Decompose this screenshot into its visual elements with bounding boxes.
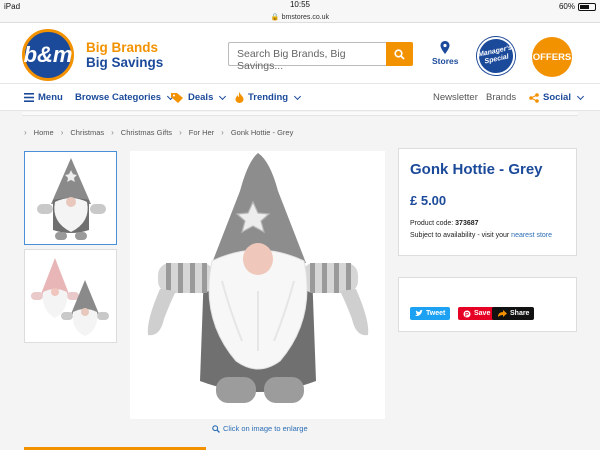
address-bar[interactable]: 🔒 bmstores.co.uk [0,13,600,23]
product-code-value: 373687 [455,220,479,227]
breadcrumb-separator: › [60,128,64,137]
breadcrumb: › Home › Christmas › Christmas Gifts › F… [24,128,293,137]
chevron-down-icon [219,92,227,100]
battery-percent: 60% [558,2,575,11]
search-input[interactable]: Search Big Brands, Big Savings... [228,42,386,72]
newsletter-link[interactable]: Newsletter [433,92,478,103]
save-label: Save [474,310,491,317]
product-thumbnail-pair[interactable] [24,249,117,343]
stores-label: Stores [432,56,459,66]
pinterest-save-button[interactable]: P Save [458,307,496,320]
hamburger-icon [24,93,34,102]
stores-link[interactable]: Stores [432,41,458,66]
search-button[interactable] [386,42,413,66]
flame-icon [235,92,244,103]
product-price: £ 5.00 [410,193,447,208]
lock-icon: 🔒 [270,14,280,21]
browse-categories-dropdown[interactable]: Browse Categories [75,92,175,103]
availability-label: Subject to availability - visit your [410,232,510,239]
product-code: Product code: 373687 [410,220,565,227]
site-header: b&m Big Brands Big Savings Search Big Br… [0,23,600,83]
gonk-grey-main-image [147,153,369,403]
enlarge-hint[interactable]: Click on image to enlarge [212,424,308,433]
breadcrumb-separator: › [111,128,114,137]
offers-badge[interactable]: OFFERS [532,37,572,77]
bm-logo[interactable]: b&m [22,29,74,81]
newsletter-label: Newsletter [433,92,478,103]
breadcrumb-christmas[interactable]: Christmas [70,128,104,137]
tweet-label: Tweet [426,310,446,317]
breadcrumb-separator: › [221,128,224,137]
trending-label: Trending [248,92,289,103]
main-product-image[interactable] [130,151,385,419]
brands-link[interactable]: Brands [486,92,516,103]
twitter-bird-icon [415,310,423,316]
tagline-line1: Big Brands [86,40,159,55]
main-nav: Menu Browse Categories Deals Trending Ne… [0,83,600,111]
managers-special-badge[interactable]: Manager's Special [473,33,519,79]
breadcrumb-for-her[interactable]: For Her [189,128,214,137]
deals-label: Deals [188,92,214,103]
nav-divider [22,112,578,116]
deals-dropdown[interactable]: Deals [171,92,227,103]
social-dropdown[interactable]: Social [529,92,585,103]
menu-button[interactable]: Menu [24,92,63,103]
gonk-pink-grey-thumbnail-image [31,258,109,336]
product-info-panel: Gonk Hottie - Grey £ 5.00 Product code: … [398,148,577,256]
battery-icon [578,2,596,11]
battery-status: 60% [559,2,596,11]
breadcrumb-christmas-gifts[interactable]: Christmas Gifts [121,128,172,137]
availability-text: Subject to availability - visit your nea… [410,232,565,239]
tag-icon [171,93,183,103]
breadcrumb-current: Gonk Hottie - Grey [230,128,294,137]
browse-label: Browse Categories [75,92,162,103]
enlarge-label: Click on image to enlarge [223,424,308,433]
share-icon [529,92,539,103]
nearest-store-link[interactable]: nearest store [511,232,552,239]
pinterest-icon: P [463,310,471,318]
social-label: Social [543,92,571,103]
breadcrumb-home[interactable]: Home [34,128,54,137]
ios-status-bar: iPad 10:55 60% [0,0,600,13]
product-thumbnail-grey[interactable] [24,151,117,245]
brands-label: Brands [486,92,517,103]
product-title: Gonk Hottie - Grey [410,161,543,178]
breadcrumb-separator: › [179,128,182,137]
share-label: Share [510,310,530,317]
share-button[interactable]: Share [492,307,535,320]
tagline: Big Brands Big Savings [86,40,163,70]
tweet-button[interactable]: Tweet [410,307,451,320]
product-code-label: Product code: [410,220,454,227]
zoom-icon [212,424,220,433]
menu-label: Menu [38,92,63,103]
svg-text:P: P [465,312,469,318]
url-text: bmstores.co.uk [281,14,330,21]
share-logo-icon [498,309,507,317]
share-panel: Tweet P Save Share [398,277,577,332]
chevron-down-icon [576,92,585,100]
trending-dropdown[interactable]: Trending [235,92,302,103]
chevron-down-icon [294,92,302,100]
tagline-line2: Big Savings [86,55,164,70]
clock: 10:55 [289,0,311,9]
search-icon [394,48,405,60]
location-pin-icon [440,41,450,54]
gonk-grey-thumbnail-image [37,158,106,240]
breadcrumb-separator: › [24,128,27,137]
